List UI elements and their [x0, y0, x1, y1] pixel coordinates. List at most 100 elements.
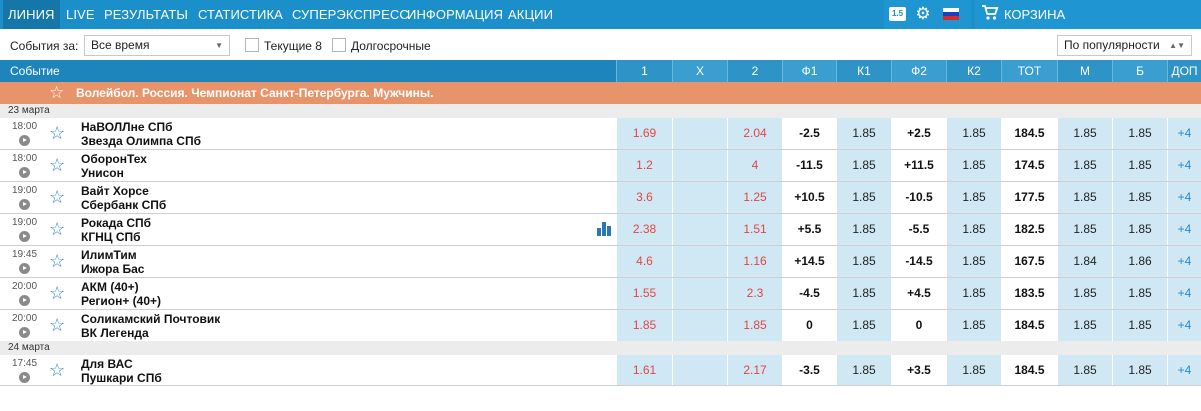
odds-o1[interactable]: 1.61 [616, 355, 672, 386]
odds-k1[interactable]: 1.85 [836, 355, 891, 386]
odds-o2[interactable]: 2.3 [727, 278, 782, 309]
star-icon[interactable]: ☆ [49, 187, 65, 207]
odds-f2[interactable]: 0 [891, 310, 946, 341]
odds-b[interactable]: 1.85 [1112, 278, 1167, 309]
col-event[interactable]: Событие [0, 60, 616, 82]
table-row[interactable]: 19:00 ☆ Вайт Хорсе Сбербанк СПб 3.6 1.25 +10.5… [0, 182, 1201, 214]
odds-o2[interactable]: 2.17 [727, 355, 782, 386]
col-tot[interactable]: ТОТ [1001, 60, 1057, 82]
table-row[interactable]: 20:00 ☆ Соликамский Почтовик ВК Легенда 1.85… [0, 310, 1201, 342]
nav-line[interactable]: ЛИНИЯ [3, 0, 60, 29]
odds-format-badge[interactable]: 1.5 [889, 7, 906, 21]
odds-k1[interactable]: 1.85 [836, 214, 891, 245]
longterm-label[interactable]: Долгосрочные [351, 39, 431, 53]
nav-statistics[interactable]: СТАТИСТИКА [198, 0, 283, 29]
odds-tot[interactable]: 183.5 [1001, 278, 1057, 309]
odds-f1[interactable]: -2.5 [782, 118, 836, 149]
odds-m[interactable]: 1.85 [1057, 355, 1112, 386]
nav-information[interactable]: ИНФОРМАЦИЯ [407, 0, 503, 29]
odds-k2[interactable]: 1.85 [946, 355, 1001, 386]
col-b[interactable]: Б [1112, 60, 1167, 82]
odds-more[interactable]: +4 [1167, 355, 1201, 386]
odds-m[interactable]: 1.85 [1057, 182, 1112, 213]
col-1[interactable]: 1 [616, 60, 672, 82]
odds-o2[interactable]: 1.51 [727, 214, 782, 245]
odds-more[interactable]: +4 [1167, 246, 1201, 277]
odds-tot[interactable]: 177.5 [1001, 182, 1057, 213]
gear-icon[interactable]: ⚙ [914, 4, 932, 24]
odds-f1[interactable]: +10.5 [782, 182, 836, 213]
odds-f2[interactable]: +11.5 [891, 150, 946, 181]
event-teams[interactable]: Рокада СПб КГНЦ СПб [81, 216, 151, 244]
star-icon[interactable]: ☆ [49, 155, 65, 175]
nav-promotions[interactable]: АКЦИИ [508, 0, 553, 29]
star-icon[interactable]: ☆ [49, 283, 65, 303]
odds-k2[interactable]: 1.85 [946, 278, 1001, 309]
odds-k1[interactable]: 1.85 [836, 182, 891, 213]
odds-f1[interactable]: -11.5 [782, 150, 836, 181]
odds-m[interactable]: 1.84 [1057, 246, 1112, 277]
odds-ox[interactable] [672, 182, 727, 213]
table-row[interactable]: 18:00 ☆ ОборонТех Унисон 1.2 4 -11.5 1.85 +11.5 1… [0, 150, 1201, 182]
odds-o2[interactable]: 1.85 [727, 310, 782, 341]
odds-o1[interactable]: 1.55 [616, 278, 672, 309]
col-more[interactable]: ДОП [1167, 60, 1201, 82]
col-x[interactable]: X [672, 60, 727, 82]
play-icon[interactable] [19, 263, 30, 274]
odds-ox[interactable] [672, 355, 727, 386]
odds-f1[interactable]: +5.5 [782, 214, 836, 245]
event-teams[interactable]: Для ВАС Пушкари СПб [81, 357, 162, 385]
current-checkbox[interactable] [245, 38, 259, 52]
odds-o2[interactable]: 1.25 [727, 182, 782, 213]
play-icon[interactable] [19, 199, 30, 210]
table-row[interactable]: 20:00 ☆ АКМ (40+) Регион+ (40+) 1.55 2.3 -4.5 1… [0, 278, 1201, 310]
odds-f1[interactable]: -4.5 [782, 278, 836, 309]
odds-k1[interactable]: 1.85 [836, 278, 891, 309]
event-teams[interactable]: ОборонТех Унисон [81, 152, 147, 180]
event-teams[interactable]: Соликамский Почтовик ВК Легенда [81, 312, 220, 340]
odds-k2[interactable]: 1.85 [946, 118, 1001, 149]
event-teams[interactable]: Вайт Хорсе Сбербанк СПб [81, 184, 166, 212]
odds-k1[interactable]: 1.85 [836, 246, 891, 277]
col-k2[interactable]: К2 [946, 60, 1001, 82]
odds-k2[interactable]: 1.85 [946, 150, 1001, 181]
odds-k2[interactable]: 1.85 [946, 246, 1001, 277]
odds-ox[interactable] [672, 310, 727, 341]
odds-o1[interactable]: 1.2 [616, 150, 672, 181]
odds-f1[interactable]: +14.5 [782, 246, 836, 277]
play-icon[interactable] [19, 372, 30, 383]
period-select[interactable]: Все время ▼ [84, 35, 230, 56]
odds-o1[interactable]: 1.69 [616, 118, 672, 149]
odds-o2[interactable]: 1.16 [727, 246, 782, 277]
table-row[interactable]: 18:00 ☆ НаВОЛЛне СПб Звезда Олимпа СПб 1.69 2… [0, 118, 1201, 150]
odds-more[interactable]: +4 [1167, 278, 1201, 309]
star-icon[interactable]: ☆ [49, 360, 65, 380]
cart-button[interactable]: КОРЗИНА [1004, 0, 1065, 29]
event-teams[interactable]: АКМ (40+) Регион+ (40+) [81, 280, 161, 308]
odds-b[interactable]: 1.85 [1112, 150, 1167, 181]
play-icon[interactable] [19, 327, 30, 338]
current-label[interactable]: Текущие 8 [264, 39, 322, 53]
play-icon[interactable] [19, 231, 30, 242]
table-row[interactable]: 19:00 ☆ Рокада СПб КГНЦ СПб 2.38 1.51 +5.5 1.85… [0, 214, 1201, 246]
odds-tot[interactable]: 184.5 [1001, 310, 1057, 341]
russia-flag-icon[interactable] [943, 8, 959, 20]
odds-f2[interactable]: -14.5 [891, 246, 946, 277]
event-teams[interactable]: ИлимТим Ижора Бас [81, 248, 144, 276]
col-f2[interactable]: Ф2 [891, 60, 946, 82]
odds-f2[interactable]: -5.5 [891, 214, 946, 245]
cart-icon[interactable] [981, 4, 1001, 24]
table-row[interactable]: 19:45 ☆ ИлимТим Ижора Бас 4.6 1.16 +14.5 1.85 -1… [0, 246, 1201, 278]
odds-k2[interactable]: 1.85 [946, 310, 1001, 341]
odds-ox[interactable] [672, 246, 727, 277]
odds-tot[interactable]: 182.5 [1001, 214, 1057, 245]
odds-tot[interactable]: 184.5 [1001, 355, 1057, 386]
odds-m[interactable]: 1.85 [1057, 214, 1112, 245]
nav-results[interactable]: РЕЗУЛЬТАТЫ [104, 0, 188, 29]
league-header[interactable]: ☆ Волейбол. Россия. Чемпионат Санкт-Пете… [0, 82, 1201, 104]
odds-f1[interactable]: 0 [782, 310, 836, 341]
nav-live[interactable]: LIVE [66, 0, 95, 29]
table-row[interactable]: 17:45 ☆ Для ВАС Пушкари СПб 1.61 2.17 -3.5 1.85… [0, 355, 1201, 387]
odds-ox[interactable] [672, 150, 727, 181]
odds-k1[interactable]: 1.85 [836, 310, 891, 341]
